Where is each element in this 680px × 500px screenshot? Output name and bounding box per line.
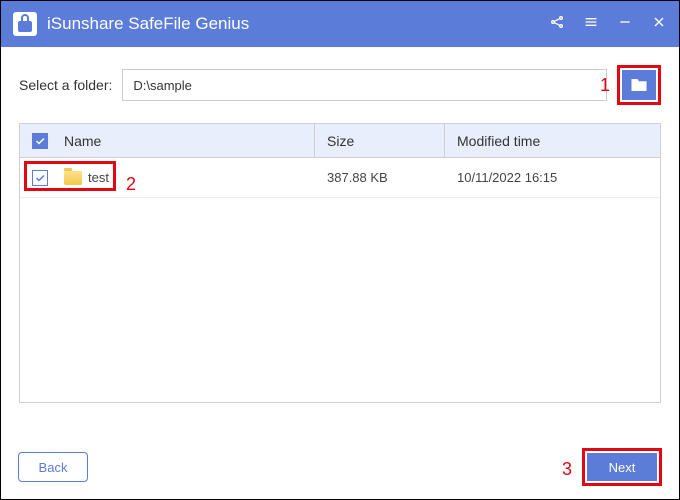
table-row[interactable]: test 387.88 KB 10/11/2022 16:15 bbox=[20, 158, 660, 198]
annotation-box-1 bbox=[617, 65, 661, 105]
column-name[interactable]: Name bbox=[60, 124, 315, 157]
row-checkbox[interactable] bbox=[32, 170, 48, 186]
next-button[interactable]: Next bbox=[587, 453, 657, 481]
row-time: 10/11/2022 16:15 bbox=[445, 170, 660, 185]
column-size[interactable]: Size bbox=[315, 124, 445, 157]
titlebar: iSunshare SafeFile Genius bbox=[1, 1, 679, 47]
select-all-checkbox[interactable] bbox=[32, 133, 48, 149]
annotation-2: 2 bbox=[126, 174, 136, 195]
close-icon[interactable] bbox=[651, 14, 667, 35]
app-lock-icon bbox=[13, 12, 37, 36]
folder-selector: Select a folder: bbox=[19, 65, 661, 105]
column-time[interactable]: Modified time bbox=[445, 124, 660, 157]
app-title: iSunshare SafeFile Genius bbox=[47, 14, 549, 34]
share-icon[interactable] bbox=[549, 14, 565, 35]
file-list-header: Name Size Modified time bbox=[20, 124, 660, 158]
annotation-box-3: Next bbox=[582, 448, 662, 486]
file-list: Name Size Modified time test 387.88 KB 1… bbox=[19, 123, 661, 403]
minimize-icon[interactable] bbox=[617, 14, 633, 35]
folder-path-input[interactable] bbox=[122, 69, 607, 101]
annotation-1: 1 bbox=[600, 75, 610, 96]
row-size: 387.88 KB bbox=[315, 170, 445, 185]
menu-icon[interactable] bbox=[583, 14, 599, 35]
folder-icon bbox=[64, 171, 82, 185]
annotation-3: 3 bbox=[562, 459, 572, 480]
back-button[interactable]: Back bbox=[18, 452, 88, 482]
browse-button[interactable] bbox=[622, 70, 656, 100]
folder-label: Select a folder: bbox=[19, 77, 112, 93]
row-name: test bbox=[88, 170, 109, 185]
